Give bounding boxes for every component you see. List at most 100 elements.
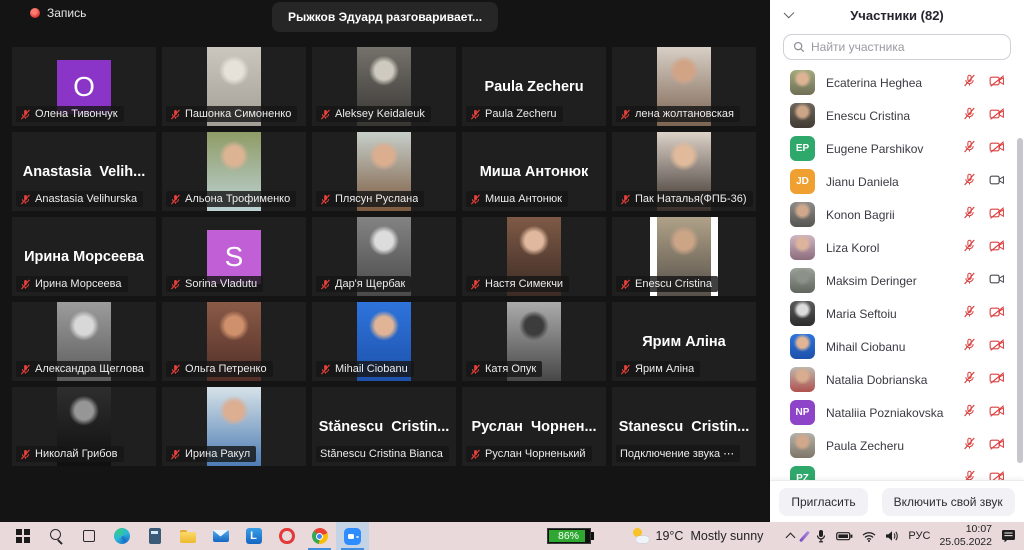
- participant-status-icons: [963, 173, 1005, 191]
- participant-name-label: Ольга Петренко: [166, 361, 273, 377]
- participant-list-item[interactable]: Ecaterina Heghea: [770, 66, 1024, 99]
- participant-name-label: Ирина Ракул: [166, 446, 256, 462]
- avatar: [790, 334, 815, 359]
- search-input[interactable]: [811, 40, 1001, 54]
- video-tile[interactable]: Пашонка Симоненко: [162, 47, 306, 126]
- language-indicator[interactable]: РУС: [908, 530, 930, 542]
- weather-widget[interactable]: 19°C Mostly sunny: [632, 528, 764, 544]
- avatar: [790, 103, 815, 128]
- video-tile[interactable]: Ирина Ракул: [162, 387, 306, 466]
- participant-list-item[interactable]: Mihail Ciobanu: [770, 330, 1024, 363]
- video-tile[interactable]: Александра Щеглова: [12, 302, 156, 381]
- participant-list-item[interactable]: Liza Korol: [770, 231, 1024, 264]
- start-taskbar-button[interactable]: [6, 522, 39, 550]
- notification-center-icon[interactable]: [1001, 529, 1016, 543]
- mic-muted-icon: [963, 272, 976, 290]
- participant-name: Nataliia Pozniakovska: [826, 406, 952, 420]
- video-tile[interactable]: Руслан Чорнен... Руслан Чорненький: [462, 387, 606, 466]
- video-tile[interactable]: Миша Антонюк Миша Антонюк: [462, 132, 606, 211]
- recording-indicator: Запись: [30, 6, 86, 20]
- avatar: EP: [790, 136, 815, 161]
- participant-name: Ecaterina Heghea: [826, 76, 952, 90]
- participant-name: Aleksey Keidaleuk: [335, 108, 425, 120]
- participant-list-item[interactable]: Enescu Cristina: [770, 99, 1024, 132]
- video-tile[interactable]: Катя Опук: [462, 302, 606, 381]
- mic-muted-icon: [20, 364, 31, 375]
- pen-icon[interactable]: [799, 530, 810, 542]
- participant-search[interactable]: [783, 34, 1011, 60]
- video-tile[interactable]: Плясун Руслана: [312, 132, 456, 211]
- mic-muted-icon: [620, 194, 631, 205]
- participant-list-item[interactable]: PZ: [770, 462, 1024, 480]
- scrollbar-thumb[interactable]: [1017, 138, 1023, 463]
- battery-nub: [591, 532, 594, 540]
- participant-status-icons: [963, 74, 1005, 92]
- video-tile[interactable]: Ольга Петренко: [162, 302, 306, 381]
- participant-name-label: Миша Антонюк: [466, 191, 568, 207]
- video-tile[interactable]: Anastasia Velih... Anastasia Velihurska: [12, 132, 156, 211]
- video-tile[interactable]: Aleksey Keidaleuk: [312, 47, 456, 126]
- video-tile[interactable]: S Sorina Vladutu: [162, 217, 306, 296]
- volume-icon[interactable]: [885, 530, 899, 542]
- participant-name: Mihail Ciobanu: [826, 340, 952, 354]
- tray-expand-icon[interactable]: [786, 533, 796, 543]
- participant-name: Миша Антонюк: [485, 193, 562, 205]
- invite-button[interactable]: Пригласить: [779, 488, 867, 516]
- video-tile[interactable]: Настя Симекчи: [462, 217, 606, 296]
- participant-list-item[interactable]: EP Eugene Parshikov: [770, 132, 1024, 165]
- camera-off-icon: [989, 305, 1005, 323]
- unmute-self-button[interactable]: Включить свой звук: [882, 488, 1015, 516]
- participant-name: Александра Щеглова: [35, 363, 144, 375]
- mail-taskbar-button[interactable]: [204, 522, 237, 550]
- participant-name-label: Настя Симекчи: [466, 276, 569, 292]
- search-taskbar-button[interactable]: [39, 522, 72, 550]
- chrome-icon: [311, 527, 329, 545]
- video-tile[interactable]: Николай Грибов: [12, 387, 156, 466]
- video-tile[interactable]: O Олена Тивончук: [12, 47, 156, 126]
- video-tile[interactable]: Stănescu Cristin... Stănescu Cristina Bi…: [312, 387, 456, 466]
- participant-list-item[interactable]: Maksim Deringer: [770, 264, 1024, 297]
- video-tile[interactable]: Stanescu Cristin... Подключение звука ⋯: [612, 387, 756, 466]
- video-tile[interactable]: Ирина Морсеева Ирина Морсеева: [12, 217, 156, 296]
- clock[interactable]: 10:07 25.05.2022: [939, 523, 992, 549]
- video-tile[interactable]: Пак Наталья(ФПБ-36): [612, 132, 756, 211]
- video-tile[interactable]: Mihail Ciobanu: [312, 302, 456, 381]
- chevron-down-icon[interactable]: [784, 8, 795, 19]
- video-tile[interactable]: Paula Zecheru Paula Zecheru: [462, 47, 606, 126]
- video-tile[interactable]: лена жолтановская: [612, 47, 756, 126]
- recording-dot-icon: [30, 8, 40, 18]
- task-view-taskbar-button[interactable]: [72, 522, 105, 550]
- battery-tray-icon[interactable]: [836, 531, 853, 541]
- edge-taskbar-button[interactable]: [105, 522, 138, 550]
- camera-off-icon: [989, 338, 1005, 356]
- l-app-taskbar-button[interactable]: [237, 522, 270, 550]
- participant-list-item[interactable]: Natalia Dobrianska: [770, 363, 1024, 396]
- participant-name: Подключение звука ⋯: [620, 447, 734, 460]
- participant-list-item[interactable]: JD Jianu Daniela: [770, 165, 1024, 198]
- file-explorer-taskbar-button[interactable]: [171, 522, 204, 550]
- mic-muted-icon: [470, 449, 481, 460]
- participant-name: Ирина Морсеева: [35, 278, 122, 290]
- mic-muted-icon: [620, 364, 631, 375]
- participant-list-item[interactable]: Paula Zecheru: [770, 429, 1024, 462]
- wifi-icon[interactable]: [862, 531, 876, 542]
- participant-name-label: Плясун Руслана: [316, 191, 424, 207]
- calculator-taskbar-button[interactable]: [138, 522, 171, 550]
- participant-name: Пашонка Симоненко: [185, 108, 291, 120]
- participant-name-label: Пак Наталья(ФПБ-36): [616, 191, 753, 207]
- chrome-taskbar-button[interactable]: [303, 522, 336, 550]
- video-tile[interactable]: Дар'я Щербак: [312, 217, 456, 296]
- participant-list-item[interactable]: Konon Bagrii: [770, 198, 1024, 231]
- mic-muted-icon: [20, 109, 31, 120]
- mic-muted-icon: [963, 470, 976, 481]
- microphone-tray-icon[interactable]: [815, 529, 827, 543]
- opera-taskbar-button[interactable]: [270, 522, 303, 550]
- video-tile[interactable]: Ярим Аліна Ярим Аліна: [612, 302, 756, 381]
- video-gallery: Запись Рыжков Эдуард разговаривает... O …: [0, 0, 770, 522]
- video-tile[interactable]: Enescu Cristina: [612, 217, 756, 296]
- participant-list-item[interactable]: Maria Seftoiu: [770, 297, 1024, 330]
- participant-name: Paula Zecheru: [485, 108, 557, 120]
- video-tile[interactable]: Альона Трофименко: [162, 132, 306, 211]
- zoom-taskbar-button[interactable]: [336, 522, 369, 550]
- participant-list-item[interactable]: NP Nataliia Pozniakovska: [770, 396, 1024, 429]
